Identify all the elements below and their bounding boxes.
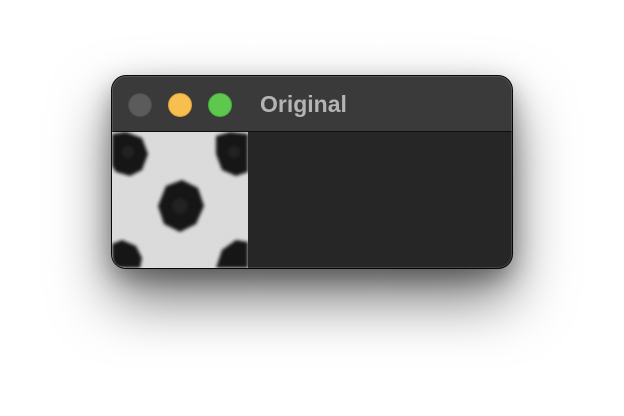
- image-thumbnail: [112, 132, 248, 268]
- app-window: Original: [112, 76, 512, 268]
- close-button[interactable]: [128, 93, 152, 117]
- content-area: [112, 132, 512, 268]
- window-title: Original: [260, 91, 347, 117]
- minimize-button[interactable]: [168, 93, 192, 117]
- image-view: [112, 132, 248, 268]
- title-bar[interactable]: Original: [112, 76, 512, 132]
- zoom-button[interactable]: [208, 93, 232, 117]
